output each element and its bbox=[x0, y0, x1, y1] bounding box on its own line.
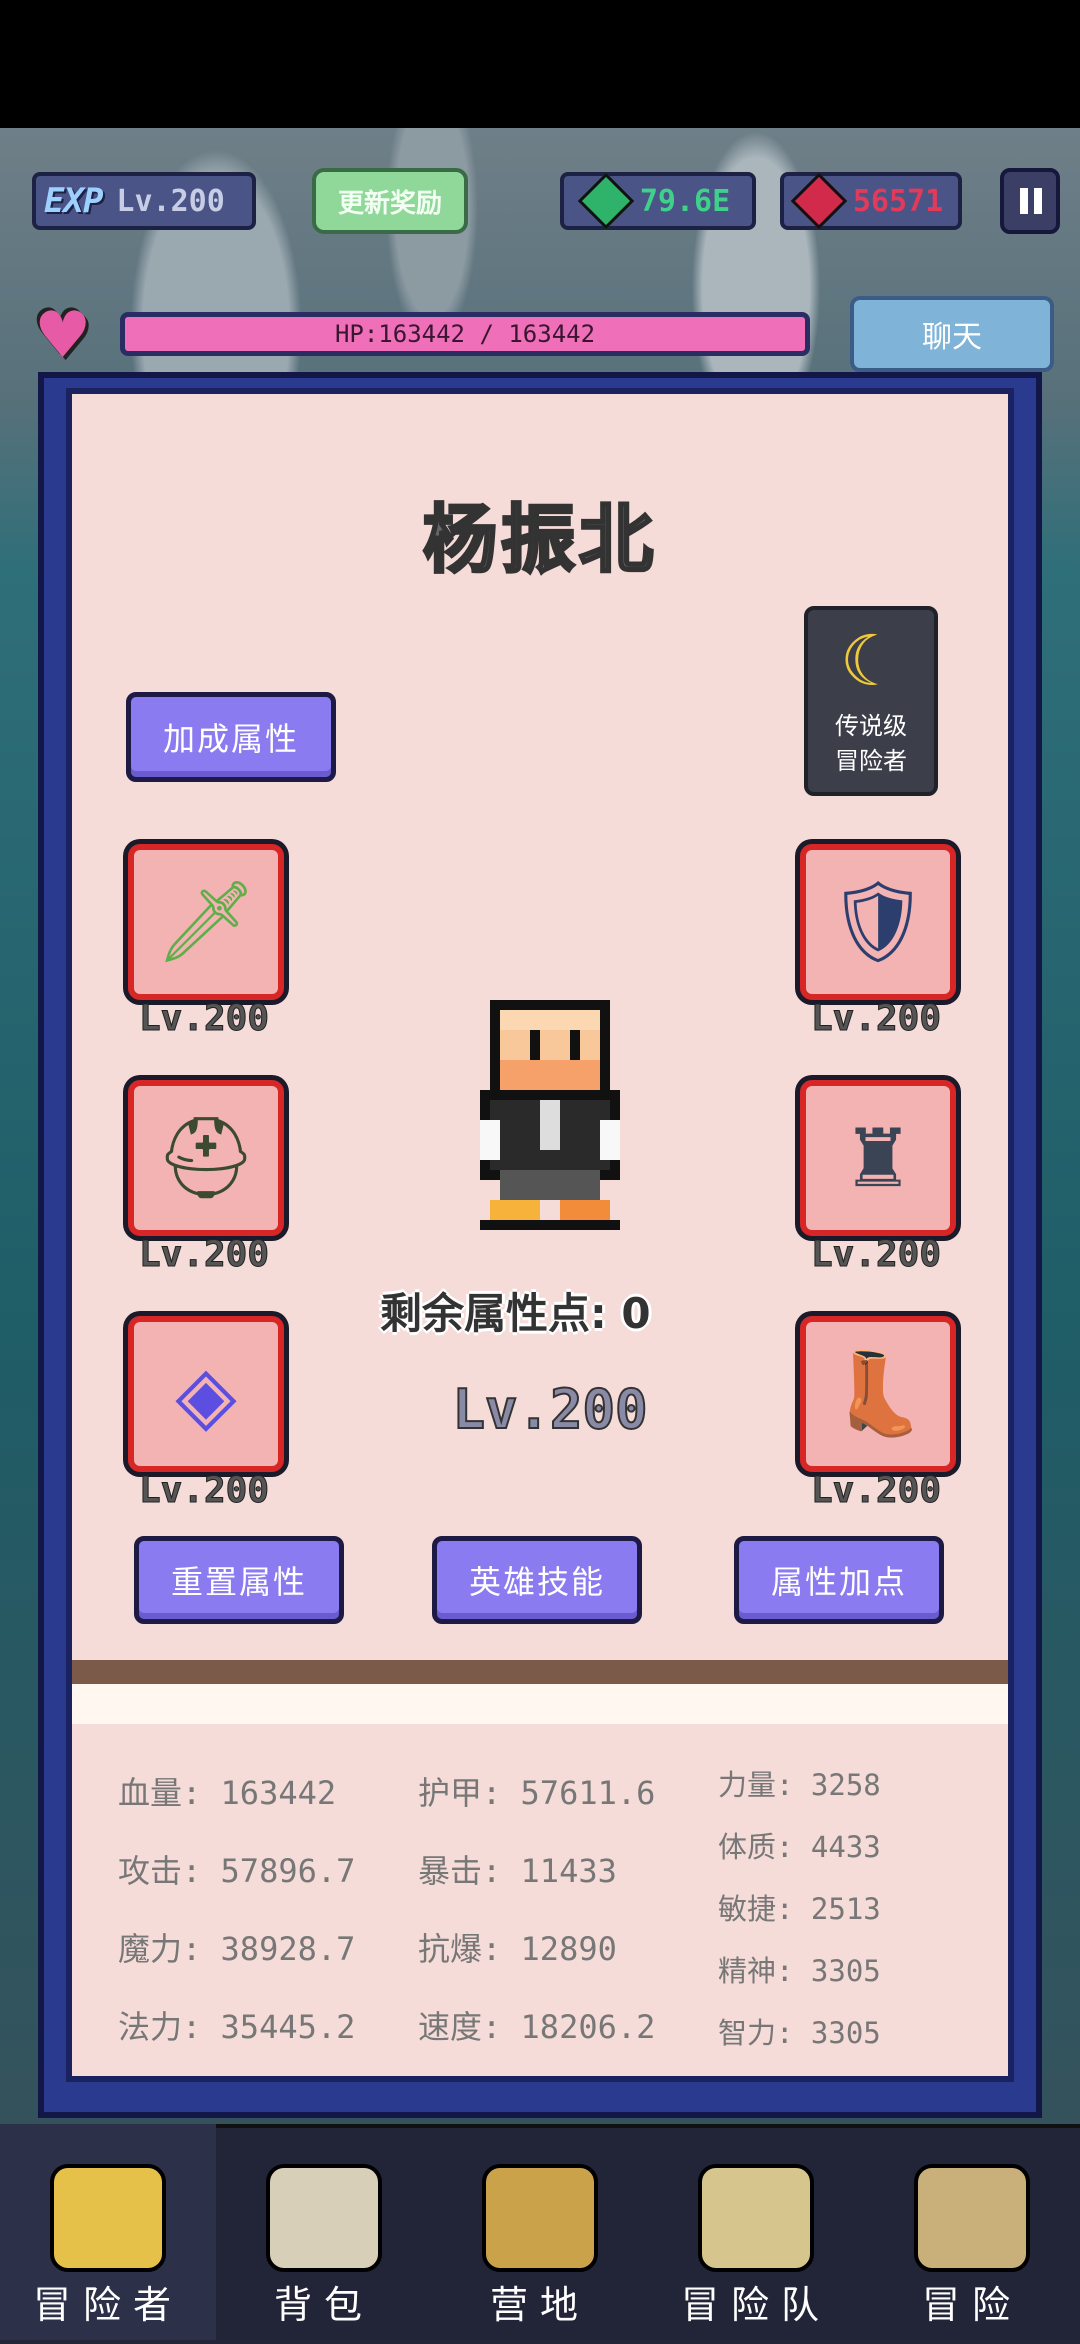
ruby-currency: 56571 bbox=[780, 172, 962, 230]
refresh-rewards-button[interactable]: 更新奖励 bbox=[312, 168, 468, 234]
chat-button[interactable]: 聊天 bbox=[850, 296, 1054, 372]
stat-crit: 暴击: 11433 bbox=[418, 1852, 617, 1890]
stat-hp: 血量: 163442 bbox=[118, 1774, 337, 1812]
nav-party[interactable]: 冒险队 bbox=[648, 2124, 864, 2340]
hero-level: Lv.200 bbox=[451, 1377, 648, 1442]
nav-label-adventure: 冒险 bbox=[921, 2283, 1022, 2327]
helmet-icon: ⛑ bbox=[155, 1111, 257, 1204]
weapon-level: Lv.200 bbox=[138, 998, 270, 1040]
stat-crit-resist: 抗爆: 12890 bbox=[418, 1930, 617, 1968]
status-bar-area bbox=[0, 0, 1080, 128]
equip-slot-weapon[interactable]: 🗡 bbox=[128, 844, 284, 1000]
nav-adventurer[interactable]: 冒险者 bbox=[0, 2124, 216, 2340]
hp-bar: HP:163442 / 163442 bbox=[120, 312, 810, 356]
nav-adventure[interactable]: 冒险 bbox=[864, 2124, 1080, 2340]
stat-constitution: 体质: 4433 bbox=[718, 1830, 881, 1864]
stat-agility: 敏捷: 2513 bbox=[718, 1892, 881, 1926]
remaining-points: 剩余属性点: 0 bbox=[380, 1289, 651, 1338]
boots-level: Lv.200 bbox=[810, 1470, 942, 1512]
equip-slot-helmet[interactable]: ⛑ bbox=[128, 1080, 284, 1236]
add-attribute-points-button[interactable]: 属性加点 bbox=[734, 1536, 944, 1624]
player-level: Lv.200 bbox=[116, 183, 225, 219]
panel-divider bbox=[72, 1660, 1008, 1684]
equip-slot-boots[interactable]: 👢 bbox=[800, 1316, 956, 1472]
hp-text: HP:163442 / 163442 bbox=[334, 320, 596, 348]
bonus-attributes-button[interactable]: 加成属性 bbox=[126, 692, 336, 782]
hero-skills-button[interactable]: 英雄技能 bbox=[432, 1536, 642, 1624]
rank-line-1: 传说级 bbox=[835, 712, 907, 740]
backpack-icon bbox=[266, 2164, 382, 2272]
exp-badge: EXP bbox=[44, 181, 103, 221]
helmet-level: Lv.200 bbox=[138, 1234, 270, 1276]
emerald-currency: 79.6E bbox=[560, 172, 756, 230]
ruby-icon bbox=[790, 172, 848, 230]
rank-line-2: 冒险者 bbox=[835, 747, 907, 775]
emerald-icon bbox=[577, 172, 635, 230]
boots-icon: 👢 bbox=[828, 1347, 928, 1440]
emerald-amount: 79.6E bbox=[639, 183, 731, 219]
heart-icon: ♥ bbox=[34, 299, 92, 373]
stat-spirit: 精神: 3305 bbox=[718, 1954, 881, 1988]
stat-intelligence: 智力: 3305 bbox=[718, 2016, 881, 2050]
pause-button[interactable] bbox=[1000, 168, 1060, 234]
equip-slot-shield[interactable]: 🛡 bbox=[800, 844, 956, 1000]
legendary-adventurer-badge[interactable]: ☾ 传说级 冒险者 bbox=[804, 606, 938, 796]
ruby-amount: 56571 bbox=[852, 183, 944, 219]
equip-slot-necklace[interactable]: ◈ bbox=[128, 1316, 284, 1472]
equip-slot-armor[interactable]: ♜ bbox=[800, 1080, 956, 1236]
nav-camp[interactable]: 营地 bbox=[432, 2124, 648, 2340]
stat-magic-power: 魔力: 38928.7 bbox=[118, 1930, 356, 1968]
shield-icon: 🛡 bbox=[827, 875, 929, 968]
stat-attack: 攻击: 57896.7 bbox=[118, 1852, 356, 1890]
stat-strength: 力量: 3258 bbox=[718, 1768, 881, 1802]
sword-nav-icon bbox=[914, 2164, 1030, 2272]
nav-label-backpack: 背包 bbox=[273, 2283, 374, 2327]
exp-level-display: EXP Lv.200 bbox=[32, 172, 256, 230]
crescent-emblem-icon: ☾ bbox=[839, 620, 903, 702]
nav-label-camp: 营地 bbox=[489, 2283, 590, 2327]
nav-backpack[interactable]: 背包 bbox=[216, 2124, 432, 2340]
crown-helmet-icon bbox=[50, 2164, 166, 2272]
panel-divider-light bbox=[72, 1684, 1008, 1724]
hero-sprite bbox=[480, 1000, 620, 1230]
stat-mana: 法力: 35445.2 bbox=[118, 2008, 356, 2046]
hero-name: 杨振北 bbox=[422, 496, 657, 585]
necklace-icon: ◈ bbox=[175, 1347, 237, 1441]
trophy-icon bbox=[482, 2164, 598, 2272]
book-icon bbox=[698, 2164, 814, 2272]
stat-speed: 速度: 18206.2 bbox=[418, 2008, 656, 2046]
nav-label-adventurer: 冒险者 bbox=[32, 2283, 183, 2327]
armor-icon: ♜ bbox=[842, 1111, 914, 1205]
sword-icon: 🗡 bbox=[155, 875, 257, 968]
shield-level: Lv.200 bbox=[810, 998, 942, 1040]
nav-label-party: 冒险队 bbox=[680, 2283, 831, 2327]
necklace-level: Lv.200 bbox=[138, 1470, 270, 1512]
reset-attributes-button[interactable]: 重置属性 bbox=[134, 1536, 344, 1624]
armor-level: Lv.200 bbox=[810, 1234, 942, 1276]
stat-armor: 护甲: 57611.6 bbox=[418, 1774, 656, 1812]
